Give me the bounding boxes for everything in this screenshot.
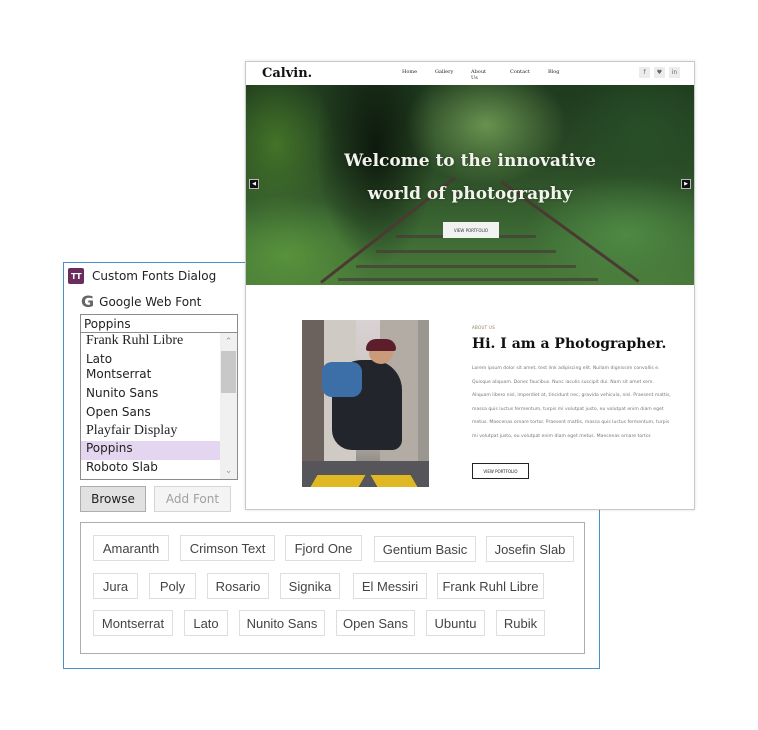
- font-chip[interactable]: Frank Ruhl Libre: [437, 573, 544, 599]
- font-chip[interactable]: Fjord One: [285, 535, 362, 561]
- font-option-selected[interactable]: Poppins: [81, 441, 220, 460]
- font-chip[interactable]: Rosario: [207, 573, 269, 599]
- font-chip[interactable]: Amaranth: [93, 535, 169, 561]
- nav-blog[interactable]: Blog: [548, 69, 559, 75]
- facebook-icon[interactable]: f: [639, 67, 650, 78]
- photographer-photo: [302, 320, 429, 487]
- rail-tie: [356, 265, 576, 268]
- hero-title-line1: Welcome to the innovative: [344, 151, 596, 171]
- website-preview: Calvin. Home Gallery About Us Contact Bl…: [245, 61, 695, 510]
- social-links: f ♥ in: [639, 67, 680, 78]
- person-cap: [366, 339, 396, 351]
- font-option[interactable]: Roboto Slab: [81, 460, 220, 479]
- site-navbar: Calvin. Home Gallery About Us Contact Bl…: [246, 62, 694, 85]
- road-line: [370, 475, 418, 487]
- about-label: ABOUT US: [472, 325, 496, 330]
- font-option[interactable]: Nunito Sans: [81, 386, 220, 405]
- font-listbox[interactable]: Frank Ruhl Libre Lato Montserrat Nunito …: [80, 333, 238, 480]
- road: [302, 461, 429, 487]
- font-chip[interactable]: Jura: [93, 573, 138, 599]
- about-text: Lorem ipsum dolor sit amet, test link ad…: [472, 366, 671, 439]
- site-logo[interactable]: Calvin.: [262, 66, 312, 81]
- building: [302, 320, 324, 465]
- person-jacket: [322, 362, 362, 397]
- font-name-input[interactable]: [80, 314, 238, 333]
- dialog-title: Custom Fonts Dialog: [92, 269, 217, 283]
- google-web-font-header: G Google Web Font: [81, 292, 201, 311]
- google-icon: G: [81, 292, 95, 311]
- font-chip[interactable]: Lato: [184, 610, 228, 636]
- about-heading: Hi. I am a Photographer.: [472, 336, 667, 352]
- hero-view-portfolio-button[interactable]: VIEW PORTFOLIO: [443, 222, 499, 238]
- font-chip[interactable]: Poly: [149, 573, 196, 599]
- font-option[interactable]: Playfair Display: [81, 423, 220, 442]
- linkedin-icon[interactable]: in: [669, 67, 680, 78]
- twitter-icon[interactable]: ♥: [654, 67, 665, 78]
- font-chip[interactable]: Ubuntu: [426, 610, 485, 636]
- font-chip[interactable]: Rubik: [496, 610, 545, 636]
- add-font-button[interactable]: Add Font: [154, 486, 231, 512]
- road-line: [310, 475, 366, 487]
- font-chip[interactable]: Montserrat: [93, 610, 173, 636]
- font-chip[interactable]: Nunito Sans: [239, 610, 325, 636]
- font-chip[interactable]: El Messiri: [353, 573, 427, 599]
- google-web-font-label: Google Web Font: [99, 294, 202, 309]
- listbox-scrollbar[interactable]: ⌃ ⌄: [220, 333, 237, 479]
- scroll-thumb[interactable]: [221, 351, 236, 393]
- about-view-portfolio-button[interactable]: VIEW PORTFOLIO: [472, 463, 529, 479]
- building: [418, 320, 429, 465]
- font-chip[interactable]: Open Sans: [336, 610, 415, 636]
- rail-tie: [376, 250, 556, 253]
- slider-next-icon[interactable]: ▶: [681, 179, 691, 189]
- font-chip[interactable]: Josefin Slab: [486, 536, 574, 562]
- nav-contact[interactable]: Contact: [510, 69, 530, 75]
- rail-tie: [338, 278, 598, 281]
- nav-about[interactable]: About Us: [471, 69, 486, 81]
- fonts-app-icon: TT: [68, 268, 84, 284]
- dialog-title-bar: TT Custom Fonts Dialog: [68, 266, 216, 286]
- font-chip[interactable]: Signika: [280, 573, 340, 599]
- font-option[interactable]: Open Sans: [81, 405, 220, 424]
- hero-slider: Welcome to the innovative world of photo…: [246, 85, 694, 285]
- nav-gallery[interactable]: Gallery: [435, 69, 453, 75]
- added-fonts-panel: Amaranth Crimson Text Fjord One Gentium …: [80, 522, 585, 654]
- nav-home[interactable]: Home: [402, 69, 417, 75]
- font-option[interactable]: Montserrat: [81, 367, 220, 386]
- font-option[interactable]: Frank Ruhl Libre: [81, 333, 220, 352]
- browse-button[interactable]: Browse: [80, 486, 146, 512]
- scroll-up-icon[interactable]: ⌃: [220, 333, 237, 350]
- slider-prev-icon[interactable]: ◀: [249, 179, 259, 189]
- scroll-down-icon[interactable]: ⌄: [220, 462, 237, 479]
- font-chip[interactable]: Gentium Basic: [374, 536, 476, 562]
- hero-title-line2: world of photography: [367, 184, 573, 204]
- font-chip[interactable]: Crimson Text: [180, 535, 275, 561]
